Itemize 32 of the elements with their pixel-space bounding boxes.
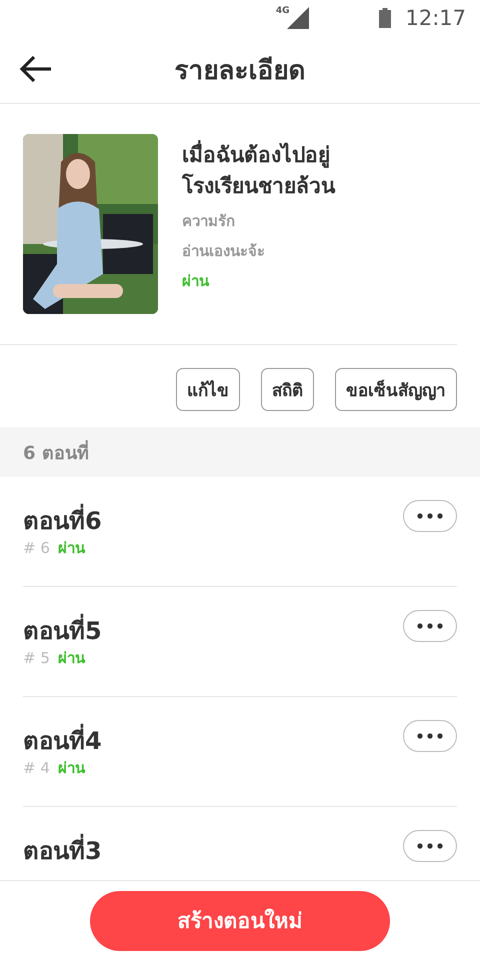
status-label: ผ่าน <box>182 271 210 292</box>
more-icon <box>417 623 443 629</box>
episode-number: # 5 <box>23 649 50 667</box>
tagline: อ่านเองนะจ้ะ <box>182 241 266 262</box>
episode-number: # 6 <box>23 539 50 557</box>
action-button[interactable]: สถิติ <box>261 368 314 411</box>
more-button[interactable] <box>403 610 457 642</box>
clock: 12:17 <box>405 6 466 30</box>
action-button[interactable]: ขอเซ็นสัญญา <box>335 368 457 411</box>
status-label: ผ่าน <box>58 538 85 559</box>
action-button[interactable]: แก้ไข <box>176 368 240 411</box>
episode-count: 6 ตอนที่ <box>23 438 89 466</box>
more-icon <box>417 513 443 519</box>
status-label: ผ่าน <box>58 648 85 669</box>
network-label: 4G <box>276 6 290 16</box>
episode-title[interactable]: ตอนที่3 <box>23 835 102 867</box>
episode-title[interactable]: ตอนที่6 <box>23 505 102 537</box>
more-button[interactable] <box>403 500 457 532</box>
back-icon[interactable] <box>19 55 53 83</box>
signal-icon <box>287 6 310 28</box>
page-title: รายละเอียด <box>174 54 306 88</box>
status-label: ผ่าน <box>58 758 85 779</box>
category-label: ความรัก <box>182 211 236 232</box>
episode-number: # 4 <box>23 759 50 777</box>
battery-icon <box>379 8 392 28</box>
story-title: เมื่อฉันต้องไปอยู่โรงเรียนชายล้วน <box>182 140 377 202</box>
episode-title[interactable]: ตอนที่5 <box>23 615 102 647</box>
episode-title[interactable]: ตอนที่4 <box>23 725 102 757</box>
more-icon <box>417 843 443 849</box>
more-button[interactable] <box>403 830 457 862</box>
more-button[interactable] <box>403 720 457 752</box>
more-icon <box>417 733 443 739</box>
